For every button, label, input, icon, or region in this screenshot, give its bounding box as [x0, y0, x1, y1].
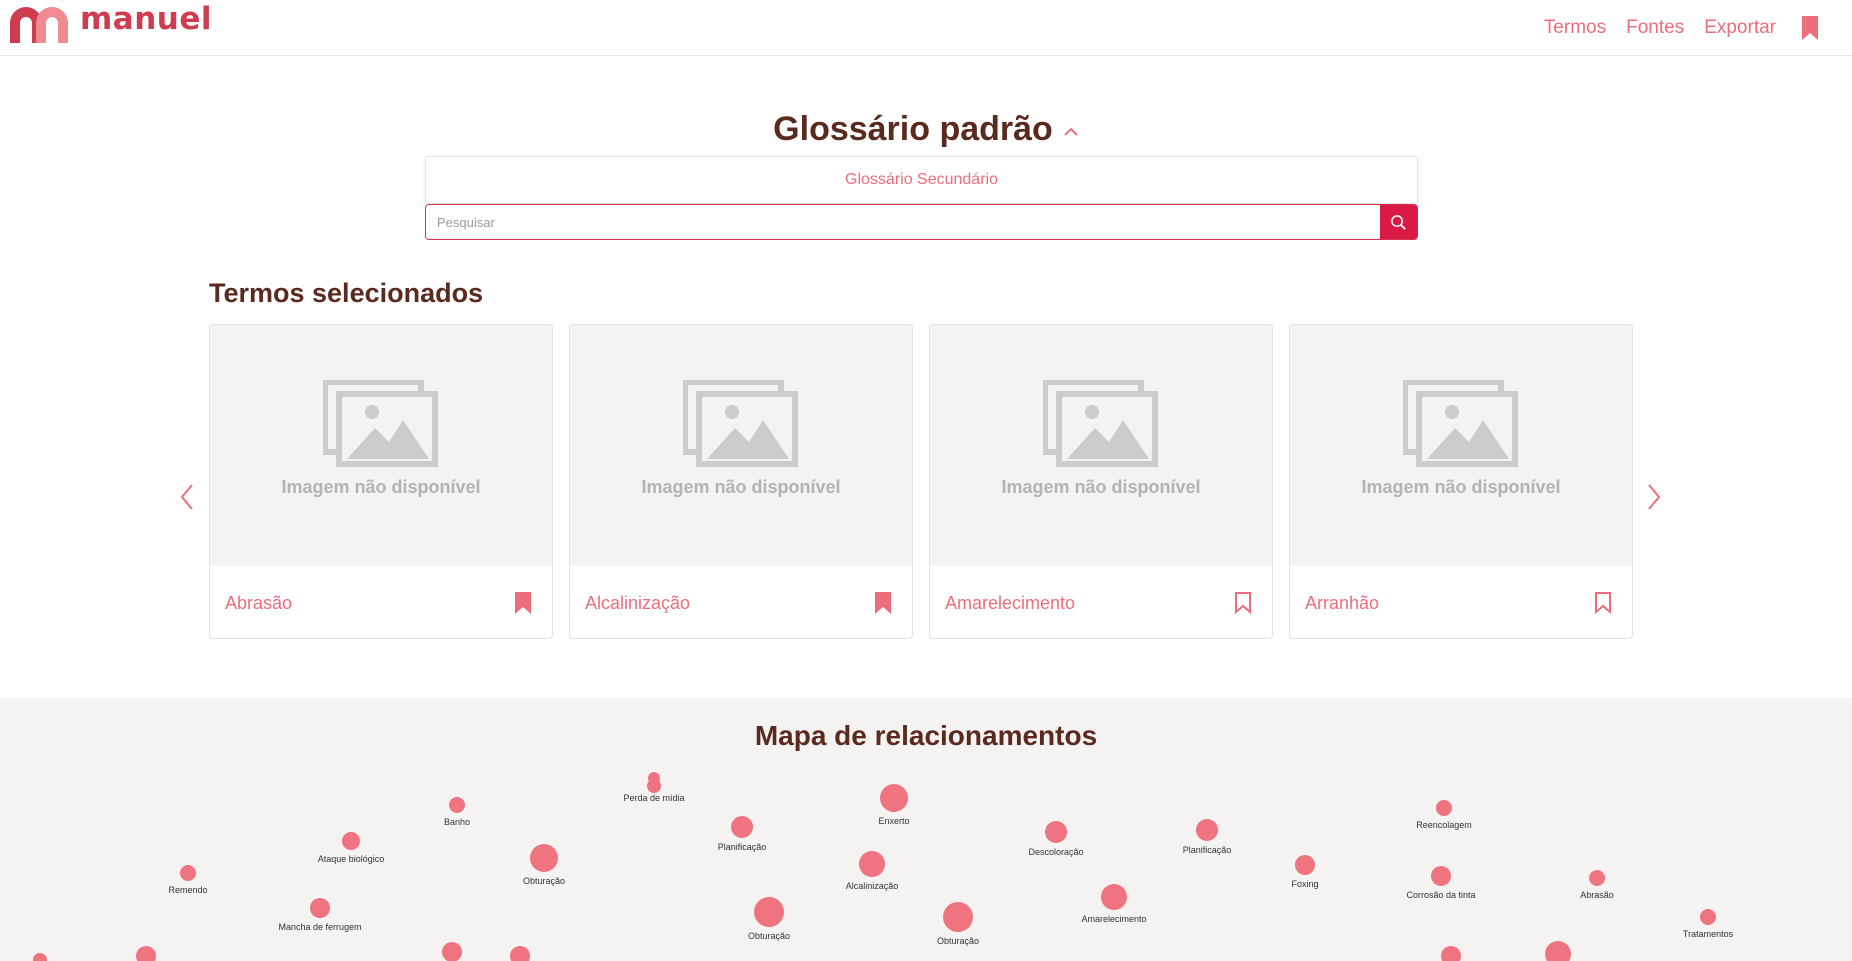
top-navbar: manuel Termos Fontes Exportar	[0, 0, 1852, 56]
map-node[interactable]	[1196, 819, 1218, 841]
selected-terms-title: Termos selecionados	[209, 278, 484, 308]
map-node-label[interactable]: Mancha de ferrugem	[278, 922, 361, 932]
glossary-title: Glossário padrão	[773, 110, 1053, 148]
no-image-label: Imagem não disponível	[1001, 477, 1201, 497]
logo-mark-icon	[10, 7, 68, 43]
bookmark-outline-icon[interactable]	[1594, 591, 1612, 615]
carousel-prev-icon[interactable]	[180, 483, 194, 511]
nav-fontes[interactable]: Fontes	[1626, 14, 1684, 42]
map-node-label[interactable]: Obturação	[937, 936, 979, 946]
term-card-name[interactable]: Abrasão	[225, 593, 292, 614]
map-node-label[interactable]: Amarelecimento	[1081, 914, 1146, 924]
map-node[interactable]	[1431, 866, 1451, 886]
map-node[interactable]	[342, 832, 360, 850]
map-title: Mapa de relacionamentos	[754, 720, 1098, 751]
no-image-label: Imagem não disponível	[281, 477, 481, 497]
search-input[interactable]	[426, 205, 1380, 239]
term-card[interactable]: Imagem não disponível Alcalinização	[569, 324, 913, 639]
no-image-label: Imagem não disponível	[1361, 477, 1561, 497]
term-card-image: Imagem não disponível	[1290, 325, 1632, 566]
brand-name: manuel	[80, 1, 213, 37]
map-node-label[interactable]: Obturação	[748, 931, 790, 941]
term-card[interactable]: Imagem não disponível Arranhão	[1289, 324, 1633, 639]
term-card[interactable]: Imagem não disponível Amarelecimento	[929, 324, 1273, 639]
map-node[interactable]	[880, 784, 908, 812]
term-card[interactable]: Imagem não disponível Abrasão	[209, 324, 553, 639]
glossary-selector[interactable]: Glossário padrão	[0, 110, 1852, 149]
map-node[interactable]	[1101, 884, 1127, 910]
map-node-label[interactable]: Planificação	[718, 842, 767, 852]
map-node[interactable]	[510, 946, 530, 961]
bookmark-outline-icon[interactable]	[1234, 591, 1252, 615]
bookmark-icon[interactable]	[1800, 15, 1820, 41]
term-card-image: Imagem não disponível	[210, 325, 552, 566]
glossary-dropdown-option[interactable]: Glossário Secundário	[425, 156, 1418, 204]
map-node[interactable]	[530, 844, 558, 872]
map-node[interactable]	[859, 851, 885, 877]
map-node[interactable]	[754, 897, 784, 927]
carousel-next-icon[interactable]	[1647, 483, 1661, 511]
bookmark-filled-icon[interactable]	[874, 591, 892, 615]
term-card-image: Imagem não disponível	[930, 325, 1272, 566]
relationship-map: Mapa de relacionamentos Perda de mídia En…	[0, 698, 1852, 961]
map-node-label[interactable]: Abrasão	[1580, 890, 1614, 900]
term-card-image: Imagem não disponível	[570, 325, 912, 566]
search-icon	[1391, 214, 1406, 230]
image-placeholder-icon	[683, 380, 798, 467]
search-bar	[425, 204, 1418, 240]
nav-termos[interactable]: Termos	[1544, 14, 1606, 42]
bookmark-filled-icon[interactable]	[514, 591, 532, 615]
chevron-up-icon	[1064, 127, 1078, 136]
nav-exportar[interactable]: Exportar	[1704, 14, 1776, 42]
map-node-label[interactable]: Obturação	[523, 876, 565, 886]
map-node[interactable]	[1436, 800, 1452, 816]
term-carousel: Imagem não disponível Abrasão Imagem não…	[209, 324, 1633, 639]
map-node[interactable]	[1045, 821, 1067, 843]
map-node[interactable]	[1545, 941, 1571, 961]
map-node-label[interactable]: Alcalinização	[846, 881, 899, 891]
image-placeholder-icon	[1403, 380, 1518, 467]
map-node[interactable]	[33, 953, 47, 961]
map-node-label[interactable]: Descoloração	[1028, 847, 1083, 857]
image-placeholder-icon	[1043, 380, 1158, 467]
map-node-label[interactable]: Ataque biológico	[318, 854, 385, 864]
main-nav: Termos Fontes Exportar	[1544, 14, 1820, 42]
term-card-name[interactable]: Arranhão	[1305, 593, 1379, 614]
map-node-label[interactable]: Tratamentos	[1683, 929, 1733, 939]
map-node[interactable]	[180, 865, 196, 881]
map-node-label[interactable]: Planificação	[1183, 845, 1232, 855]
term-card-name[interactable]: Amarelecimento	[945, 593, 1075, 614]
map-node[interactable]	[731, 816, 753, 838]
map-node-label[interactable]: Banho	[444, 817, 470, 827]
map-node[interactable]	[449, 797, 465, 813]
map-node-label[interactable]: Remendo	[168, 885, 207, 895]
map-node-label[interactable]: Enxerto	[878, 816, 909, 826]
map-node[interactable]	[136, 946, 156, 961]
map-node[interactable]	[310, 898, 330, 918]
brand-logo[interactable]: manuel	[8, 1, 212, 43]
map-node-label[interactable]: Perda de mídia	[623, 793, 684, 803]
image-placeholder-icon	[323, 380, 438, 467]
map-node[interactable]	[1700, 909, 1716, 925]
map-node-label[interactable]: Corrosão da tinta	[1406, 890, 1475, 900]
term-card-name[interactable]: Alcalinização	[585, 593, 690, 614]
map-node-label[interactable]: Foxing	[1291, 879, 1318, 889]
map-node-label[interactable]: Reencolagem	[1416, 820, 1472, 830]
map-node[interactable]	[1589, 870, 1605, 886]
map-node[interactable]	[442, 942, 462, 961]
map-node[interactable]	[1295, 855, 1315, 875]
search-button[interactable]	[1380, 205, 1417, 239]
map-node[interactable]	[648, 772, 660, 784]
map-node[interactable]	[943, 902, 973, 932]
no-image-label: Imagem não disponível	[641, 477, 841, 497]
map-node[interactable]	[1441, 946, 1461, 961]
